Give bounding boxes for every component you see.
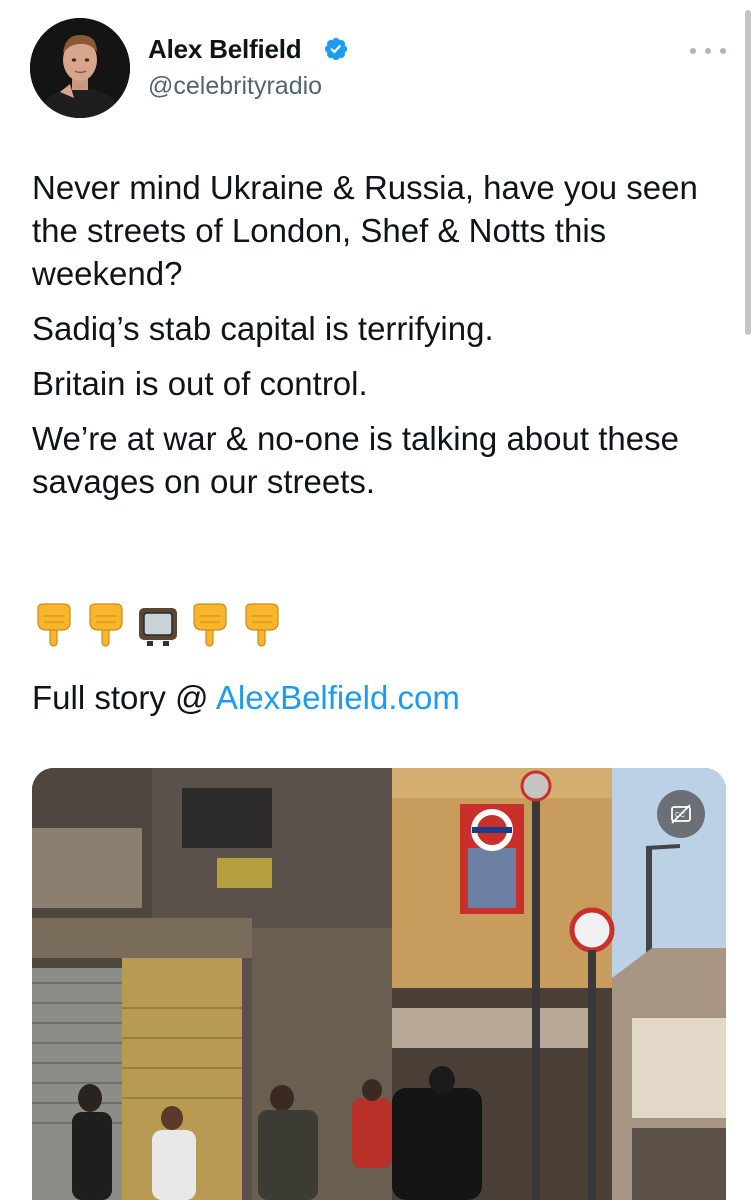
author-name[interactable]: Alex Belfield	[148, 34, 302, 65]
full-story-prefix: Full story @	[32, 679, 216, 716]
full-story-link[interactable]: AlexBelfield.com	[216, 679, 460, 716]
scrollbar[interactable]	[745, 10, 751, 335]
author-avatar[interactable]	[30, 18, 130, 118]
pointing-down-icon	[193, 603, 227, 647]
captions-off-icon[interactable]: CC	[657, 790, 705, 838]
video-frame	[32, 768, 726, 1200]
emoji-row	[32, 600, 284, 652]
author-handle[interactable]: @celebrityradio	[148, 72, 322, 101]
tweet-text: Never mind Ukraine & Russia, have you se…	[32, 166, 732, 515]
tweet-paragraph: Sadiq’s stab capital is terrifying.	[32, 310, 494, 347]
tweet-paragraph: Never mind Ukraine & Russia, have you se…	[32, 169, 698, 292]
verified-badge-icon	[324, 37, 348, 61]
tweet-paragraph: We’re at war & no-one is talking about t…	[32, 420, 679, 500]
avatar-image	[30, 18, 130, 118]
television-icon	[139, 608, 177, 646]
full-story-line: Full story @ AlexBelfield.com	[32, 676, 460, 719]
video-player[interactable]	[32, 768, 726, 1200]
pointing-down-icon	[37, 603, 71, 647]
pointing-down-icon	[89, 603, 123, 647]
pointing-down-icon	[245, 603, 279, 647]
more-options-icon[interactable]	[690, 44, 726, 58]
tweet-paragraph: Britain is out of control.	[32, 365, 368, 402]
